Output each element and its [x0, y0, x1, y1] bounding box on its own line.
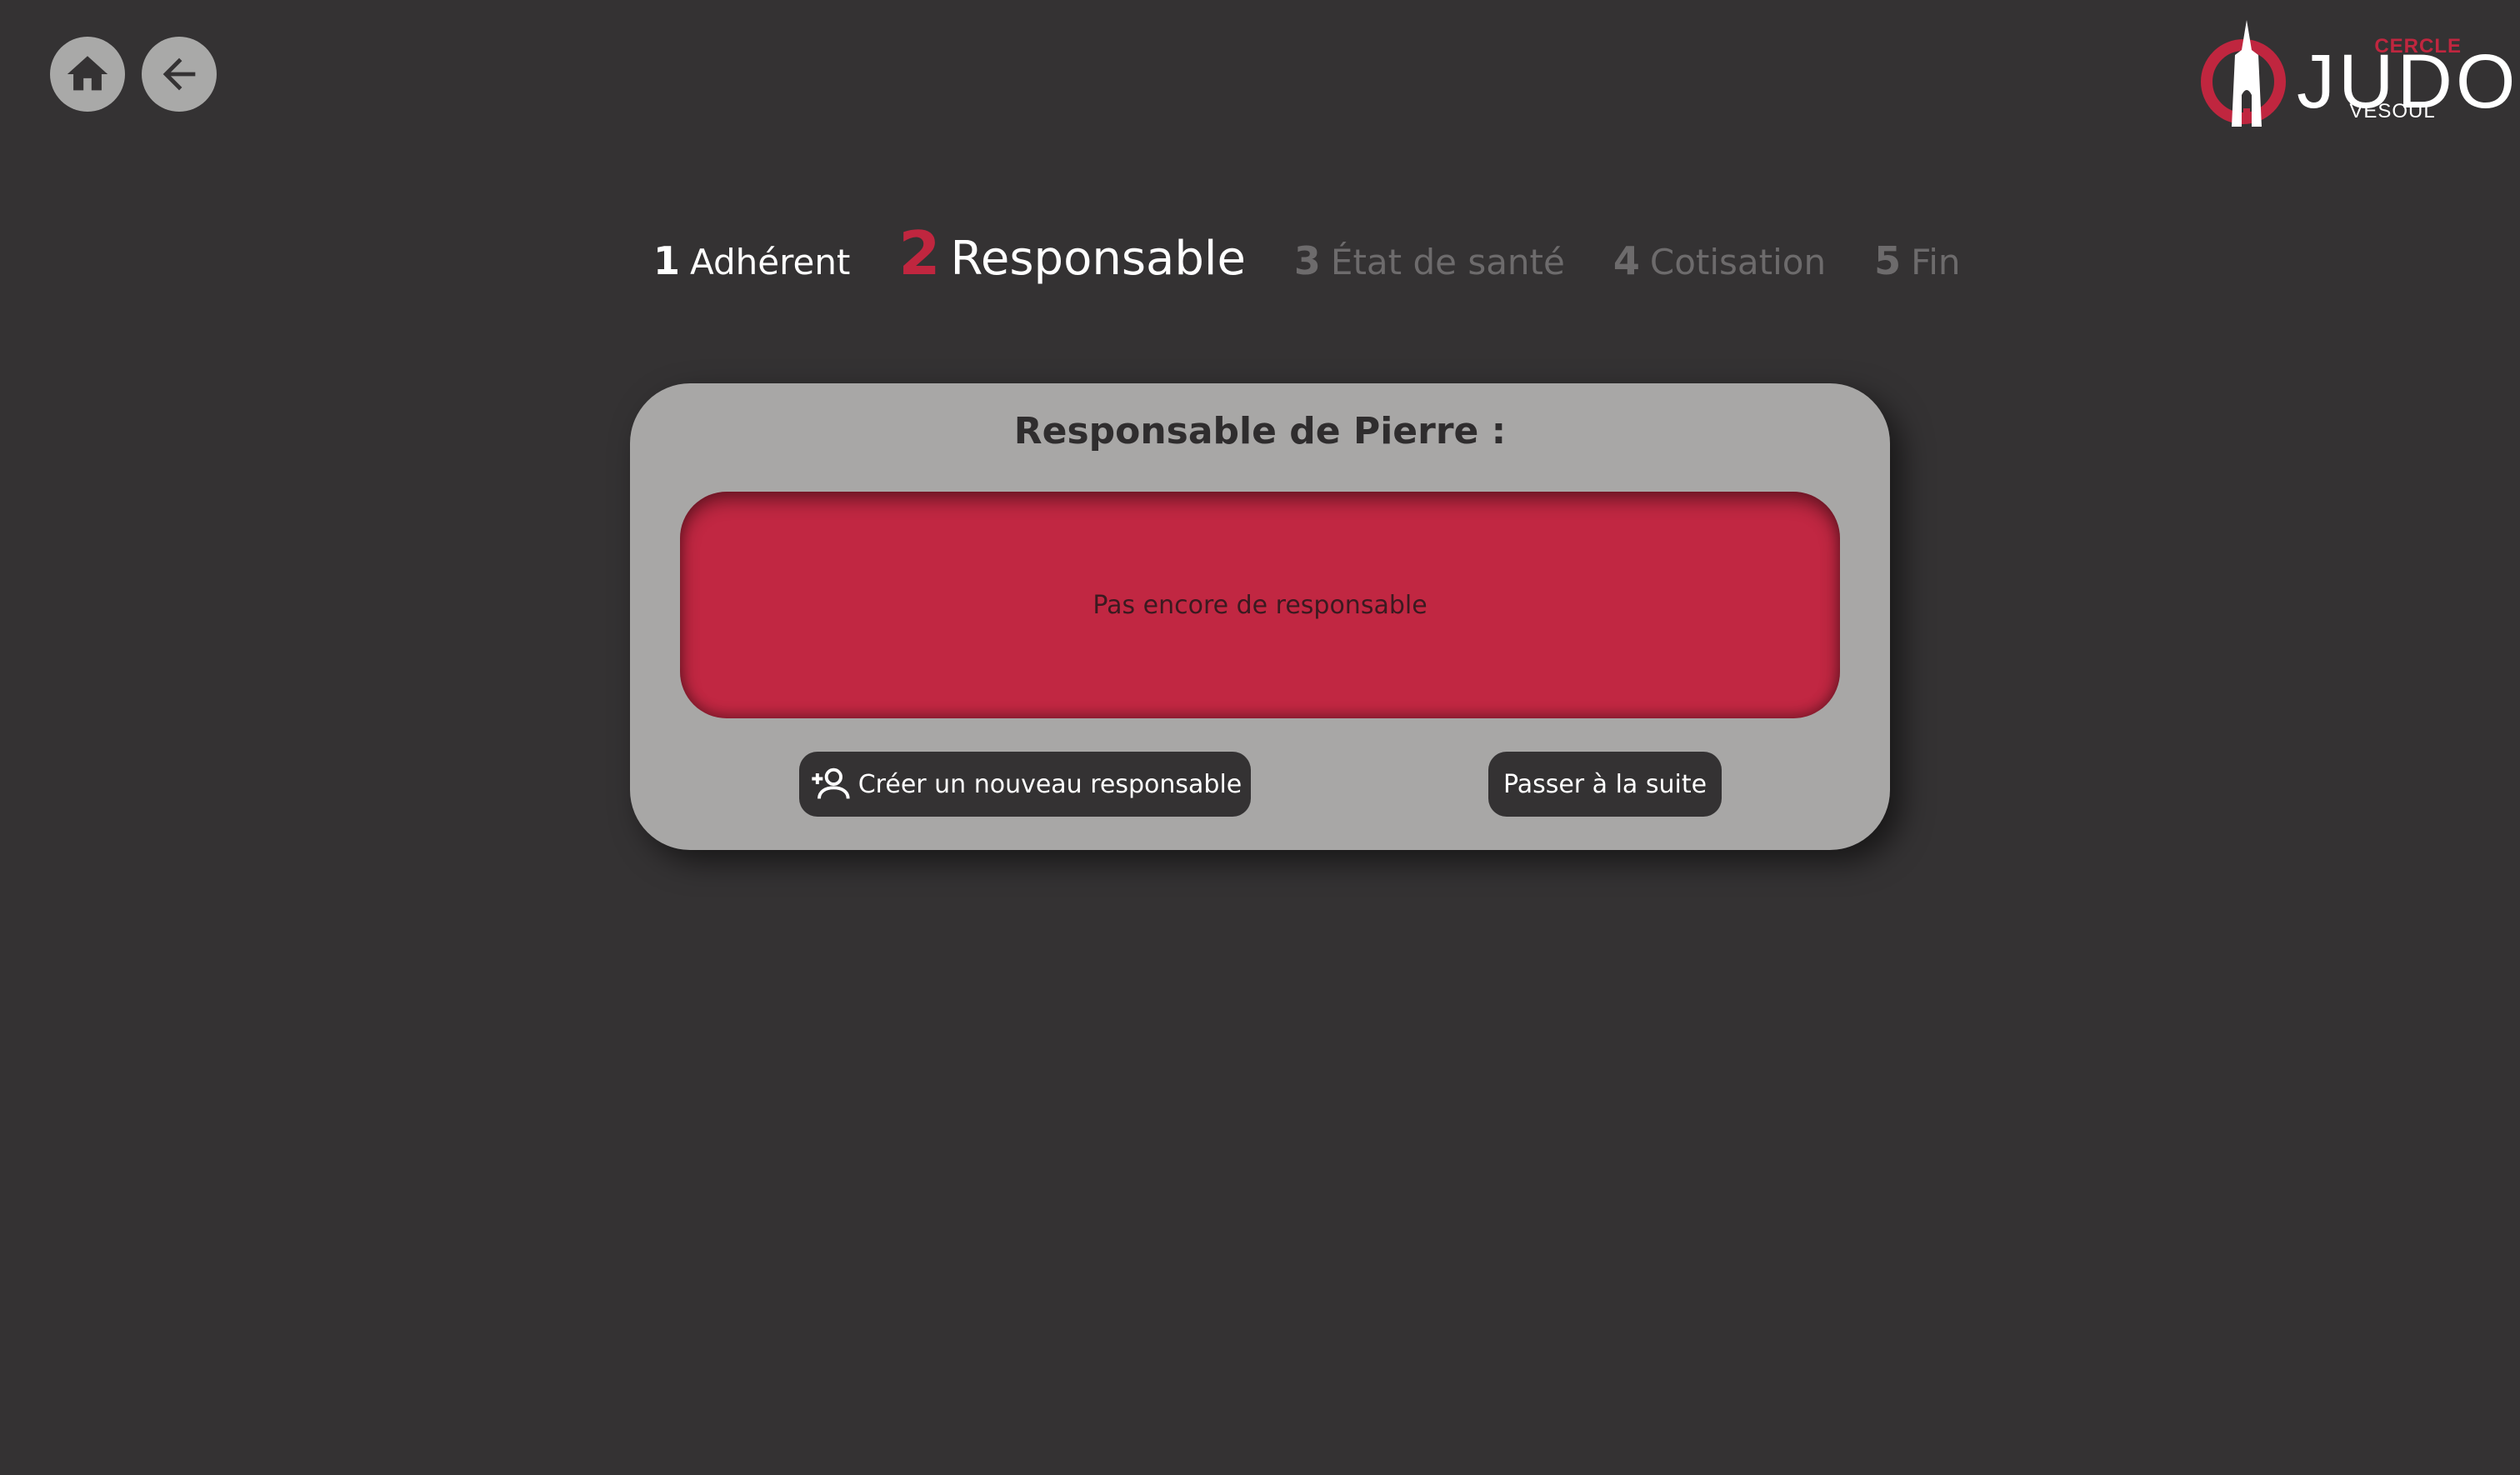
logo-vesoul-text: VESOUL: [2349, 100, 2436, 122]
step-label: Fin: [1911, 242, 1961, 282]
responsable-card: Responsable de Pierre : Pas encore de re…: [630, 383, 1890, 850]
next-step-button[interactable]: Passer à la suite: [1488, 752, 1722, 817]
back-button[interactable]: [142, 37, 217, 112]
arrow-left-icon: [162, 58, 196, 91]
step-label: Responsable: [950, 232, 1246, 286]
step-label: Cotisation: [1649, 242, 1827, 282]
step-label: Adhérent: [690, 242, 851, 282]
create-button-label: Créer un nouveau responsable: [858, 769, 1242, 799]
step-number: 3: [1293, 238, 1321, 283]
home-button[interactable]: [50, 37, 125, 112]
step-adherent[interactable]: 1 Adhérent: [653, 238, 850, 283]
step-number: 2: [898, 218, 941, 288]
step-label: État de santé: [1330, 242, 1565, 282]
step-number: 5: [1874, 238, 1902, 283]
church-ring-logo-icon: [2201, 20, 2286, 127]
step-etat-de-sante: 3 État de santé: [1294, 238, 1565, 283]
step-number: 4: [1612, 238, 1640, 283]
home-icon: [67, 56, 108, 91]
step-fin: 5 Fin: [1874, 238, 1960, 283]
create-responsable-button[interactable]: Créer un nouveau responsable: [799, 752, 1251, 817]
person-add-icon: [812, 768, 850, 799]
step-cotisation: 4 Cotisation: [1613, 238, 1826, 283]
stepper: 1 Adhérent 2 Responsable 3 État de santé…: [653, 218, 1961, 293]
club-logo: CERCLE JUDO VESOUL: [2200, 18, 2515, 143]
empty-message: Pas encore de responsable: [1092, 590, 1428, 620]
card-title: Responsable de Pierre :: [1013, 410, 1507, 452]
step-number: 1: [653, 238, 681, 283]
responsable-list-empty: Pas encore de responsable: [680, 492, 1840, 718]
step-responsable[interactable]: 2 Responsable: [898, 218, 1245, 288]
page: CERCLE JUDO VESOUL 1 Adhérent 2 Responsa…: [0, 0, 2520, 1475]
next-button-label: Passer à la suite: [1502, 769, 1708, 799]
